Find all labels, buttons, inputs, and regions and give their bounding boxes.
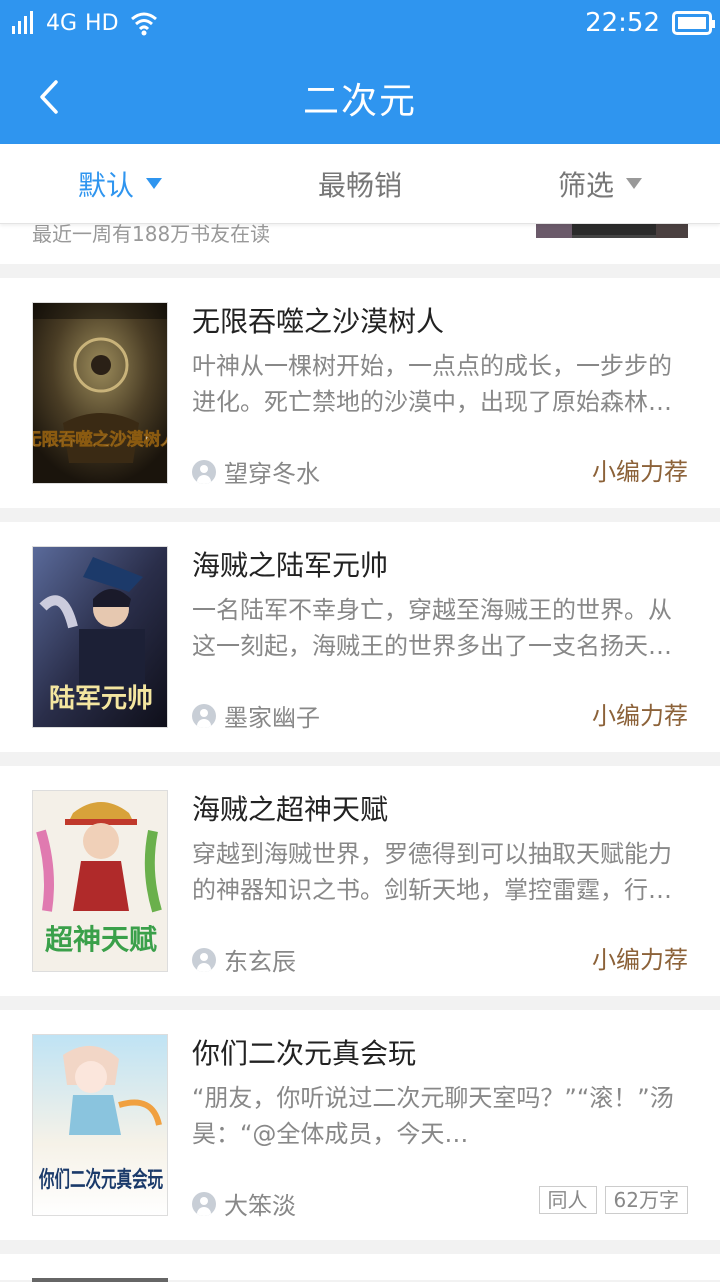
signal-icon (12, 11, 33, 34)
partial-list-item[interactable]: 最近一周有188万书友在读 (0, 224, 720, 264)
book-tags: 同人 62万字 (531, 1186, 688, 1214)
book-card[interactable]: 超神天赋 海贼之超神天赋 穿越到海贼世界，罗德得到可以抽取天赋能力的神器知识之书… (0, 766, 720, 996)
author-name: 大笨淡 (224, 1192, 296, 1220)
user-icon (192, 947, 216, 972)
partial-item-thumbnails (536, 224, 688, 238)
author-name: 望穿冬水 (224, 460, 320, 488)
sort-tab-default[interactable]: 默认 (0, 144, 240, 223)
sort-bar: 默认 最畅销 筛选 (0, 144, 720, 224)
user-icon (192, 1191, 216, 1216)
category-tag: 同人 (538, 1186, 597, 1214)
author-name: 墨家幽子 (224, 704, 320, 732)
book-cover: 陆军元帅 (32, 546, 168, 728)
caret-down-icon (146, 178, 162, 189)
cover-title: 无限吞噬之沙漠树人 (33, 429, 168, 450)
book-cover (32, 1278, 168, 1282)
caret-down-icon (626, 178, 642, 189)
sort-tab-label: 最畅销 (317, 168, 402, 202)
wifi-icon (130, 12, 157, 36)
nav-bar: 二次元 (0, 50, 720, 144)
cover-title: 陆军元帅 (49, 683, 153, 714)
sort-tab-label: 筛选 (557, 168, 614, 202)
author-row: 东玄辰 (192, 942, 296, 977)
thumbnail (656, 224, 688, 238)
book-list: 无限吞噬之沙漠树人 无限吞噬之沙漠树人 叶神从一棵树开始，一点点的成长，一步步的… (0, 278, 720, 1254)
status-left: 4G HD (10, 10, 159, 36)
sort-tab-bestselling[interactable]: 最畅销 (240, 144, 480, 223)
book-title: 你们二次元真会玩 (192, 1037, 417, 1070)
book-card[interactable]: 无限吞噬之沙漠树人 无限吞噬之沙漠树人 叶神从一棵树开始，一点点的成长，一步步的… (0, 278, 720, 508)
thumbnail (536, 224, 572, 238)
book-cover: 无限吞噬之沙漠树人 (32, 302, 168, 484)
cover-title: 你们二次元真会玩 (38, 1167, 163, 1193)
user-icon (192, 459, 216, 484)
partial-item-text: 最近一周有188万书友在读 (32, 224, 271, 246)
book-description: 叶神从一棵树开始，一点点的成长，一步步的进化。死亡禁地的沙漠中，出现了原始森林… (192, 352, 672, 416)
network-type: 4G (46, 10, 78, 36)
status-bar: 4G HD 22:52 (0, 0, 720, 50)
author-name: 东玄辰 (224, 948, 296, 976)
book-card[interactable]: 陆军元帅 海贼之陆军元帅 一名陆军不幸身亡，穿越至海贼王的世界。从这一刻起，海贼… (0, 522, 720, 752)
next-book-card-partial[interactable] (0, 1254, 720, 1282)
book-cover: 你们二次元真会玩 (32, 1034, 168, 1216)
recommend-badge: 小编力荐 (592, 458, 688, 486)
status-right: 22:52 (577, 8, 715, 38)
recommend-badge: 小编力荐 (592, 702, 688, 730)
recommend-badge: 小编力荐 (592, 946, 688, 974)
page-title: 二次元 (302, 81, 417, 122)
book-cover: 超神天赋 (32, 790, 168, 972)
author-row: 望穿冬水 (192, 454, 320, 489)
author-row: 大笨淡 (192, 1186, 296, 1221)
thumbnail (572, 224, 656, 238)
book-title: 海贼之陆军元帅 (192, 549, 389, 582)
word-count-tag: 62万字 (604, 1186, 688, 1214)
book-description: 一名陆军不幸身亡，穿越至海贼王的世界。从这一刻起，海贼王的世界多出了一支名扬天… (192, 596, 672, 660)
clock: 22:52 (585, 8, 660, 38)
battery-icon (672, 11, 715, 35)
sort-tab-label: 默认 (77, 168, 134, 202)
author-row: 墨家幽子 (192, 698, 320, 733)
sort-tab-filter[interactable]: 筛选 (480, 144, 720, 223)
book-description: 穿越到海贼世界，罗德得到可以抽取天赋能力的神器知识之书。剑斩天地，掌控雷霆，行… (192, 840, 672, 904)
cover-title: 超神天赋 (45, 923, 157, 956)
hd-indicator: HD (85, 10, 119, 36)
book-card[interactable]: 你们二次元真会玩 你们二次元真会玩 “朋友，你听说过二次元聊天室吗？”“滚！”汤… (0, 1010, 720, 1240)
book-title: 海贼之超神天赋 (192, 793, 389, 826)
book-description: “朋友，你听说过二次元聊天室吗？”“滚！”汤昊：“@全体成员，今天… (192, 1084, 674, 1148)
book-title: 无限吞噬之沙漠树人 (192, 305, 445, 338)
user-icon (192, 703, 216, 728)
